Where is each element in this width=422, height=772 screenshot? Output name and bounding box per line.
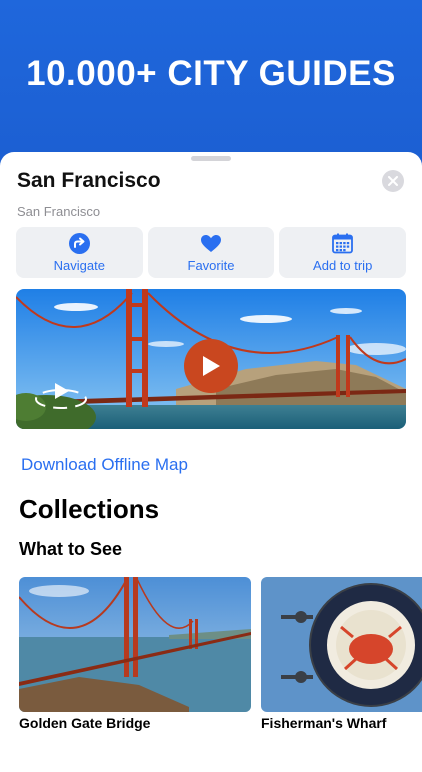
golden-gate-bridge-photo: [19, 577, 251, 712]
place-subtitle: San Francisco: [17, 204, 101, 219]
hero-title: 10.000+ CITY GUIDES: [26, 54, 396, 93]
play-icon: [203, 356, 220, 376]
collection-card-golden-gate[interactable]: [19, 577, 251, 712]
collection-label-golden-gate: Golden Gate Bridge: [19, 715, 151, 731]
navigate-button[interactable]: Navigate: [16, 227, 143, 278]
close-button[interactable]: [382, 170, 404, 192]
place-sheet: San Francisco San Francisco Navigate Fav…: [0, 152, 422, 772]
navigate-arrow-icon: [68, 233, 90, 254]
hero-banner: 10.000+ CITY GUIDES: [0, 0, 422, 170]
video-preview[interactable]: [16, 289, 406, 429]
calendar-icon: [332, 233, 354, 254]
action-row: Navigate Favorite Add to trip: [16, 227, 407, 278]
add-to-trip-button[interactable]: Add to trip: [279, 227, 407, 278]
collection-card-fishermans-wharf[interactable]: [261, 577, 422, 712]
play-button[interactable]: [184, 339, 238, 393]
collection-label-fishermans-wharf: Fisherman's Wharf: [261, 715, 387, 731]
close-icon: [388, 176, 398, 186]
fishermans-wharf-photo: [261, 577, 422, 712]
what-to-see-heading: What to See: [19, 539, 123, 559]
collections-heading: Collections: [19, 494, 160, 524]
sheet-grabber[interactable]: [191, 156, 231, 161]
place-title: San Francisco: [17, 169, 161, 192]
panorama-360-icon[interactable]: [32, 379, 90, 413]
add-to-trip-label: Add to trip: [313, 257, 373, 273]
heart-icon: [201, 235, 221, 252]
favorite-label: Favorite: [187, 257, 235, 273]
download-offline-map-link[interactable]: Download Offline Map: [21, 455, 188, 475]
favorite-button[interactable]: Favorite: [147, 227, 275, 278]
navigate-label: Navigate: [53, 257, 105, 273]
